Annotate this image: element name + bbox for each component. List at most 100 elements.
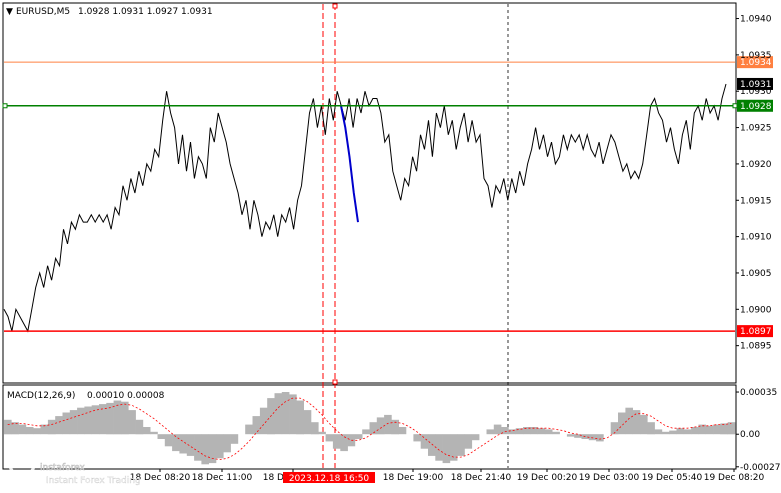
macd-histogram-bar <box>676 428 685 435</box>
macd-histogram-bar <box>150 431 158 435</box>
macd-histogram-bar <box>457 434 465 456</box>
level-price-label: 1.0928 <box>740 102 772 112</box>
macd-histogram-bar <box>618 412 626 435</box>
time-tick-label: 19 Dec 05:40 <box>642 473 703 483</box>
macd-histogram-bar <box>194 434 202 461</box>
macd-histogram-bar <box>508 429 516 435</box>
macd-histogram-bar <box>493 424 502 435</box>
macd-histogram-bar <box>281 392 290 435</box>
macd-histogram-bar <box>683 429 692 435</box>
macd-histogram-bar <box>588 434 597 441</box>
macd-histogram-bar <box>552 431 560 435</box>
macd-histogram-bar <box>566 434 575 437</box>
macd-histogram-bar <box>62 412 71 435</box>
macd-histogram-bar <box>354 434 363 439</box>
macd-histogram-bar <box>164 434 173 447</box>
macd-histogram-bar <box>705 425 714 435</box>
macd-histogram-bar <box>303 410 312 435</box>
macd-histogram-bar <box>362 429 370 435</box>
macd-histogram-bar <box>544 429 553 435</box>
macd-histogram-bar <box>223 434 231 453</box>
macd-histogram-bar <box>135 419 144 435</box>
time-tick-label: 18 Dec 19:00 <box>383 473 444 483</box>
chart-root: 1.0934 1.0931 1.0928 1.0897 1.0940 1.0935 1.0… <box>0 0 781 489</box>
macd-tick-label: 0.00035 <box>740 388 777 398</box>
chart-svg: 1.09341.09311.09281.0897 1.09401.09351.0… <box>2 2 780 486</box>
macd-histogram-bar <box>654 429 663 435</box>
level-handle[interactable] <box>732 103 738 109</box>
macd-histogram-bar <box>18 424 27 435</box>
macd-histogram-bar <box>296 400 304 435</box>
macd-histogram-bar <box>442 434 451 464</box>
time-tick-label: 18 Dec 21:40 <box>451 473 512 483</box>
macd-tick-label: -0.00027 <box>740 463 780 473</box>
macd-histogram-bar <box>727 422 736 435</box>
macd-histogram-bar <box>420 434 429 449</box>
marker-handle[interactable] <box>332 379 338 385</box>
time-tick-label: 19 Dec 08:20 <box>704 473 765 483</box>
time-tick-label: 18 Dec 11:00 <box>192 473 253 483</box>
macd-histogram-bar <box>47 419 56 435</box>
price-tick-label: 1.0905 <box>740 269 772 279</box>
level-handle[interactable] <box>2 103 8 109</box>
macd-label: MACD(12,26,9) <box>7 391 75 401</box>
time-highlight-label: 2023.12.18 16:50 <box>289 474 370 484</box>
macd-histogram-bar <box>259 407 268 435</box>
macd-histogram-bar <box>179 434 187 454</box>
price-tick-label: 1.0915 <box>740 196 772 206</box>
macd-histogram-bar <box>55 416 63 435</box>
logo-tagline: Instant Forex Trading <box>46 476 141 486</box>
macd-values: 0.00010 0.00008 <box>87 391 165 401</box>
macd-histogram-bar <box>289 394 297 435</box>
price-pane[interactable] <box>2 2 737 384</box>
time-tick-label: 19 Dec 00:20 <box>517 473 578 483</box>
macd-histogram-bar <box>311 422 319 435</box>
macd-histogram-bar <box>647 422 655 435</box>
macd-histogram-bar <box>252 416 261 435</box>
chart-ohlc: 1.0928 1.0931 1.0927 1.0931 <box>78 7 213 17</box>
time-axis: 18 Dec 08:2018 Dec 11:0018 Dec 13:4018 D… <box>130 469 765 484</box>
macd-histogram-bar <box>201 434 209 465</box>
macd-histogram-bar <box>669 430 677 435</box>
macd-histogram-bar <box>69 410 78 435</box>
macd-histogram-bar <box>157 434 166 439</box>
macd-histogram-bar <box>413 434 421 442</box>
macd-histogram-bar <box>384 414 392 435</box>
macd-histogram-bar <box>376 417 385 435</box>
macd-histogram-bar <box>230 434 239 444</box>
macd-histogram-bar <box>245 424 253 435</box>
logo-brand: instaforex <box>40 463 85 473</box>
macd-histogram-bar <box>720 423 728 435</box>
price-tick-label: 1.0920 <box>740 160 772 170</box>
macd-histogram-bar <box>4 419 12 435</box>
macd-histogram-bar <box>121 401 129 435</box>
macd-histogram-bar <box>661 431 670 435</box>
macd-histogram-bar <box>77 407 85 435</box>
macd-histogram-bar <box>25 427 34 435</box>
time-tick-label: 19 Dec 03:00 <box>579 473 640 483</box>
price-tick-label: 1.0925 <box>740 124 772 134</box>
macd-histogram-bar <box>142 427 151 435</box>
price-tick-label: 1.0895 <box>740 342 772 352</box>
macd-axis: 0.00035 0.00 -0.00027 <box>736 388 780 473</box>
macd-histogram-bar <box>84 406 92 435</box>
macd-histogram-bar <box>274 393 283 435</box>
macd-histogram-bar <box>318 431 326 435</box>
macd-histogram-bar <box>537 428 546 435</box>
macd-histogram-bar <box>216 434 224 459</box>
marker-handle[interactable] <box>332 3 338 9</box>
macd-histogram-bar <box>128 410 136 435</box>
chart-triangle-icon[interactable]: ▼ <box>6 7 13 17</box>
chart-symbol: EURUSD,M5 <box>16 7 70 17</box>
macd-histogram-bar <box>325 434 334 442</box>
level-price-label: 1.0897 <box>740 327 772 337</box>
price-tick-label: 1.0910 <box>740 233 772 243</box>
macd-histogram-bar <box>471 434 480 441</box>
macd-histogram-bar <box>33 428 41 435</box>
macd-histogram-bar <box>596 434 604 442</box>
macd-tick-label: 0.00 <box>740 430 760 440</box>
macd-histogram-bar <box>464 434 473 449</box>
price-tick-label: 1.0935 <box>740 51 772 61</box>
macd-histogram-bar <box>398 427 407 435</box>
macd-histogram-bar <box>332 434 341 449</box>
